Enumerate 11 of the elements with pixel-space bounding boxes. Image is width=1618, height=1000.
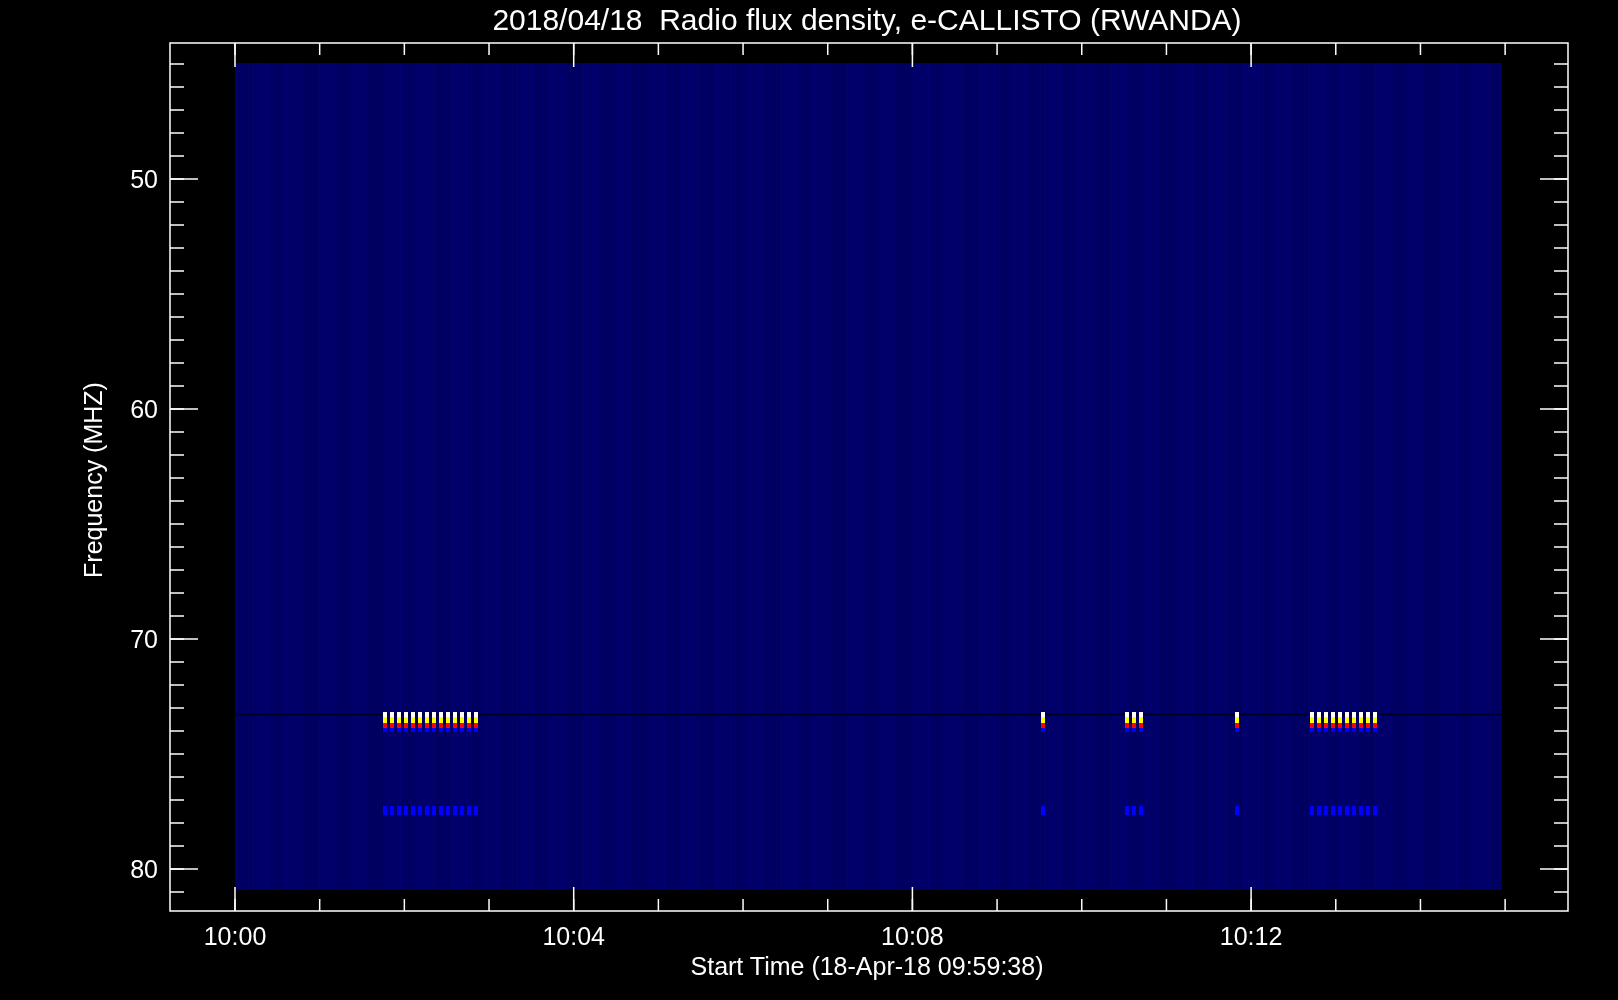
x-axis-label: Start Time (18-Apr-18 09:59:38) [690,952,1044,980]
y-tick-label: 80 [130,855,158,883]
x-tick-label: 10:08 [881,922,944,950]
chart-title: 2018/04/18 Radio flux density, e-CALLISTO (RWANDA) [492,3,1242,36]
x-tick-label: 10:00 [203,922,267,950]
y-tick-label: 70 [130,625,158,653]
y-tick-label: 50 [130,165,158,193]
x-tick-label: 10:04 [542,922,605,950]
y-axis-label: Frequency (MHZ) [79,382,107,578]
y-tick-label: 60 [130,395,158,423]
x-tick-label: 10:12 [1219,922,1283,950]
